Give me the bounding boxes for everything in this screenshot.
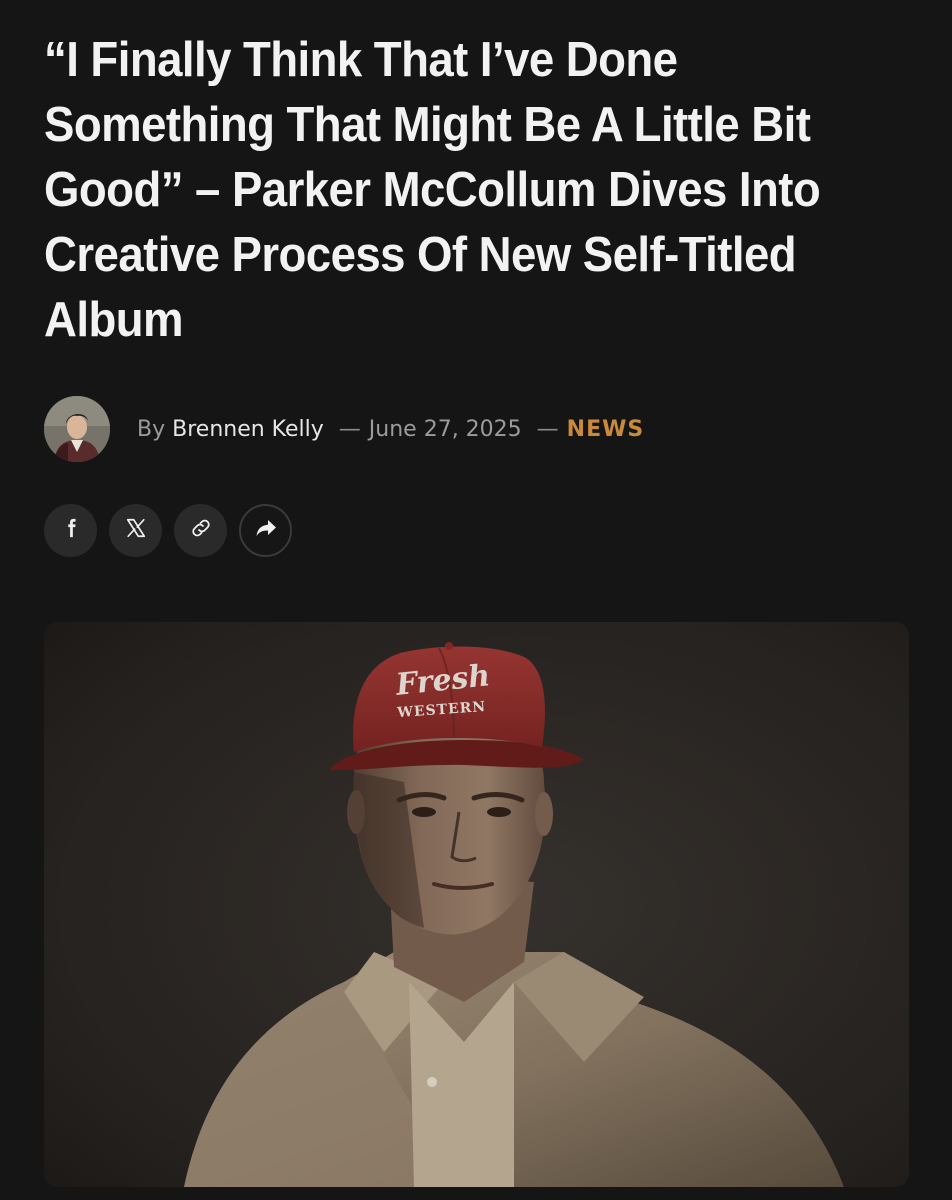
byline-separator: —: [338, 416, 361, 442]
article-title: “I Finally Think That I’ve Done Somethin…: [44, 33, 821, 347]
byline-prefix: By: [137, 416, 166, 442]
byline-separator: —: [536, 416, 559, 442]
author-avatar[interactable]: [44, 396, 110, 462]
facebook-icon: [60, 517, 82, 544]
link-icon: [189, 516, 213, 545]
share-arrow-icon: [254, 516, 278, 545]
x-icon: [125, 517, 147, 544]
more-share-button[interactable]: [239, 504, 292, 557]
category-link[interactable]: NEWS: [567, 417, 645, 442]
facebook-share-button[interactable]: [44, 504, 97, 557]
author-name-link[interactable]: Brennen Kelly: [172, 417, 324, 442]
article-byline: By Brennen Kelly — June 27, 2025 — NEWS: [44, 395, 644, 463]
x-share-button[interactable]: [109, 504, 162, 557]
share-buttons: [44, 504, 292, 557]
byline-text: By Brennen Kelly — June 27, 2025 — NEWS: [137, 417, 644, 442]
hero-image[interactable]: Fresh WESTERN: [44, 622, 909, 1187]
copy-link-button[interactable]: [174, 504, 227, 557]
publish-date: June 27, 2025: [368, 416, 522, 442]
